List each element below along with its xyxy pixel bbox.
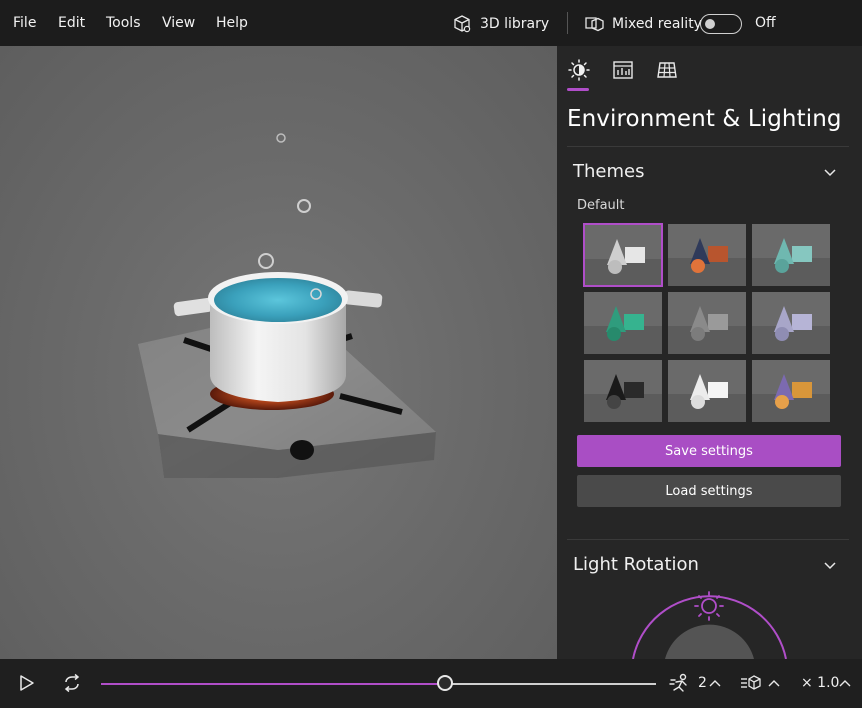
cube-icon (454, 15, 471, 33)
toggle-knob (705, 18, 715, 29)
mixed-reality-button[interactable]: Mixed reality (584, 12, 702, 36)
themes-title[interactable]: Themes (573, 161, 644, 182)
theme-warm-navy[interactable] (667, 223, 747, 287)
play-icon[interactable] (16, 673, 36, 693)
lighting-tab-icon[interactable] (567, 58, 591, 82)
light-rotation-title[interactable]: Light Rotation (573, 554, 699, 575)
theme-sunset[interactable] (751, 359, 831, 423)
mixed-reality-toggle[interactable] (700, 14, 742, 34)
model-view-icon[interactable] (740, 673, 762, 693)
theme-preview (668, 292, 746, 354)
menu-edit[interactable]: Edit (58, 15, 85, 31)
library-label: 3D library (480, 16, 550, 32)
theme-grey[interactable] (667, 291, 747, 355)
menu-file[interactable]: File (13, 15, 36, 31)
theme-grid (583, 223, 831, 423)
theme-lavender[interactable] (751, 291, 831, 355)
chevron-up-icon[interactable] (838, 677, 852, 691)
menu-view[interactable]: View (162, 15, 195, 31)
loop-icon[interactable] (62, 673, 82, 693)
chevron-up-icon[interactable] (708, 677, 722, 691)
stats-tab-icon[interactable] (611, 58, 635, 82)
chevron-down-icon[interactable] (823, 558, 837, 572)
theme-preview (585, 225, 661, 285)
divider (567, 539, 849, 540)
timeline-track[interactable] (101, 683, 656, 685)
mixed-reality-label: Mixed reality (612, 16, 702, 32)
grid-tab-icon[interactable] (655, 58, 679, 82)
theme-black[interactable] (583, 359, 663, 423)
theme-preview (752, 224, 830, 286)
theme-preview (668, 224, 746, 286)
chevron-up-icon[interactable] (767, 677, 781, 691)
theme-group-label: Default (577, 198, 625, 213)
animation-count: 2 (698, 675, 707, 691)
boiling-pot-model (138, 133, 436, 478)
menu-tools[interactable]: Tools (106, 15, 141, 31)
timeline-thumb[interactable] (437, 675, 454, 691)
theme-preview (752, 360, 830, 422)
mixed-reality-state: Off (755, 15, 776, 31)
animation-icon[interactable] (668, 673, 692, 695)
theme-preview (752, 292, 830, 354)
3d-viewport[interactable] (0, 46, 557, 659)
theme-white-bright[interactable] (667, 359, 747, 423)
theme-preview (668, 360, 746, 422)
active-tab-indicator (567, 88, 589, 91)
chevron-down-icon[interactable] (823, 165, 837, 179)
timeline-progress (101, 683, 446, 685)
divider (567, 146, 849, 147)
playback-bar: 2 × 1.0 (0, 659, 862, 708)
menu-separator (567, 12, 568, 34)
side-panel: Environment & Lighting Themes Default Sa… (557, 46, 862, 659)
library-button[interactable]: 3D library (452, 12, 549, 36)
mixed-reality-icon (585, 17, 604, 32)
save-settings-button[interactable]: Save settings (577, 435, 841, 467)
menu-help[interactable]: Help (216, 15, 248, 31)
theme-preview (584, 360, 662, 422)
playback-speed[interactable]: × 1.0 (801, 675, 839, 691)
panel-title: Environment & Lighting (567, 106, 842, 132)
light-rotation-dial[interactable] (557, 584, 862, 659)
menu-bar: File Edit Tools View Help 3D library Mix… (0, 0, 862, 46)
theme-teal[interactable] (751, 223, 831, 287)
load-settings-button[interactable]: Load settings (577, 475, 841, 507)
theme-default-white[interactable] (583, 223, 663, 287)
theme-green[interactable] (583, 291, 663, 355)
theme-preview (584, 292, 662, 354)
